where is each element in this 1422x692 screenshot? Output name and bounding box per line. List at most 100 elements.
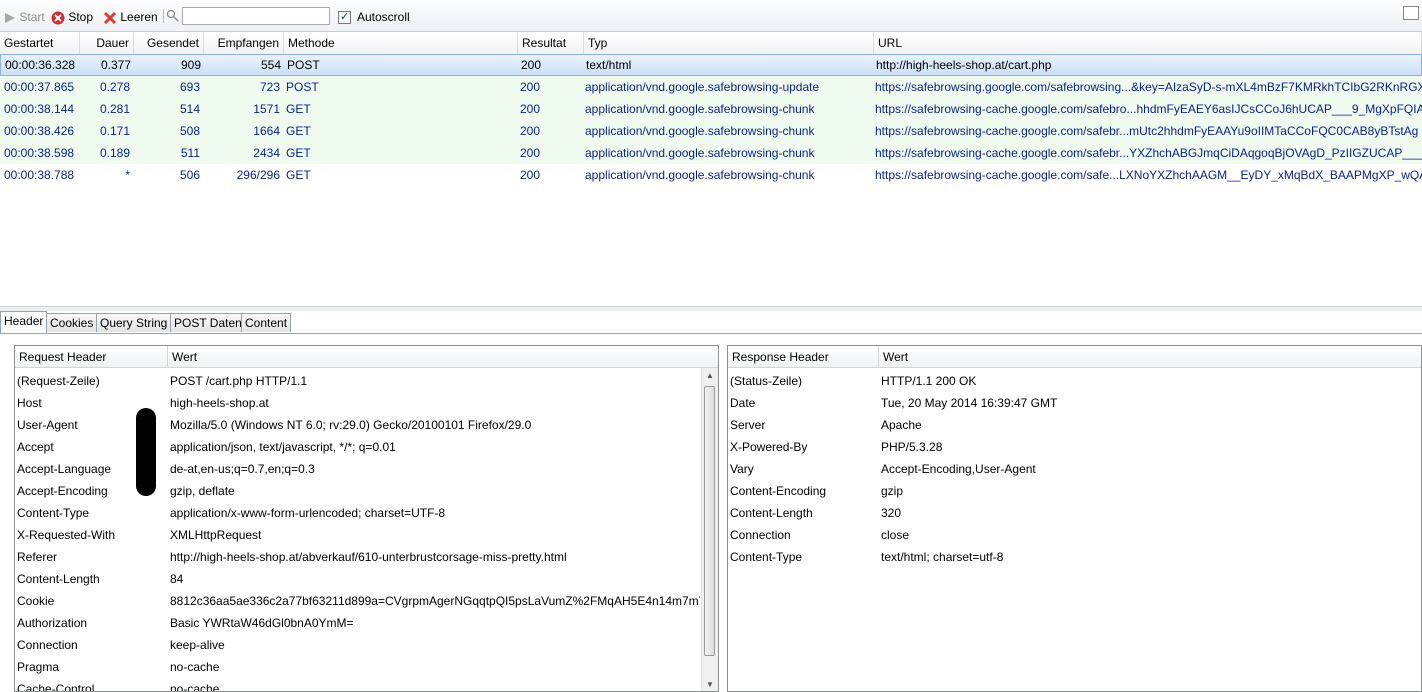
cell-url: http://high-heels-shop.at/cart.php (876, 58, 1052, 72)
autoscroll-checkbox[interactable]: Autoscroll (338, 9, 410, 25)
cell-url: https://safebrowsing-cache.google.com/sa… (875, 146, 1422, 160)
scrollbar-thumb[interactable] (704, 386, 715, 656)
header-row[interactable]: Connection close (728, 524, 1418, 546)
cell-started: 00:00:38.426 (4, 124, 75, 138)
request-header-value-column[interactable]: Wert (167, 346, 718, 368)
header-value: high-heels-shop.at (170, 396, 269, 410)
header-row[interactable]: Date Tue, 20 May 2014 16:39:47 GMT (728, 392, 1418, 414)
header-row[interactable]: (Request-Zeile) POST /cart.php HTTP/1.1 (15, 370, 703, 392)
cell-result: 200 (520, 102, 541, 116)
header-value: Apache (881, 418, 922, 432)
cell-started: 00:00:37.865 (4, 80, 75, 94)
restore-window-button[interactable] (1403, 6, 1419, 20)
col-type[interactable]: Typ (584, 32, 874, 54)
request-row[interactable]: 00:00:36.328 0.377 909 554 POST 200 text… (0, 54, 1422, 76)
play-icon (5, 12, 15, 23)
cell-type: text/html (586, 58, 632, 72)
header-value: PHP/5.3.28 (881, 440, 943, 454)
stop-button[interactable]: Stop (51, 9, 93, 25)
col-sent[interactable]: Gesendet (134, 32, 204, 54)
header-row[interactable]: Referer http://high-heels-shop.at/abverka… (15, 546, 703, 568)
request-header-key-column[interactable]: Request Header (15, 346, 167, 368)
cell-received: 554 (260, 58, 281, 72)
header-row[interactable]: Server Apache (728, 414, 1418, 436)
request-row[interactable]: 00:00:38.598 0.189 511 2434 GET 200 appl… (0, 142, 1422, 164)
toolbar: Start Stop Leeren Autoscroll (0, 0, 1422, 32)
cell-result: 200 (520, 80, 541, 94)
cell-started: 00:00:38.788 (4, 168, 75, 182)
col-result[interactable]: Resultat (518, 32, 584, 54)
search-input[interactable] (182, 7, 330, 25)
tab-cookies[interactable]: Cookies (46, 313, 98, 332)
tab-post-data[interactable]: POST Daten (170, 313, 246, 332)
header-row[interactable]: Cookie 8812c36aa5ae336c2a77bf63211d899a=C… (15, 590, 703, 612)
scroll-down-icon[interactable]: ▼ (706, 680, 714, 689)
header-key: Accept-Language (17, 462, 112, 476)
cell-result: 200 (520, 146, 541, 160)
header-row[interactable]: Authorization Basic YWRtaW46dGl0bnA0YmM= (15, 612, 703, 634)
header-key: Content-Type (17, 506, 90, 520)
header-row[interactable]: (Status-Zeile) HTTP/1.1 200 OK (728, 370, 1418, 392)
start-button[interactable]: Start (4, 9, 45, 25)
scroll-up-icon[interactable]: ▲ (706, 371, 714, 380)
header-row[interactable]: Cache-Control no-cache (15, 678, 703, 692)
header-row[interactable]: Content-Type application/x-www-form-urlen… (15, 502, 703, 524)
cell-url: https://safebrowsing-cache.google.com/sa… (875, 168, 1422, 182)
header-row[interactable]: Accept-Language de-at,en-us;q=0.7,en;q=0.… (15, 458, 703, 480)
request-grid: 00:00:36.328 0.377 909 554 POST 200 text… (0, 54, 1422, 306)
response-header-value-column[interactable]: Wert (878, 346, 1421, 368)
header-value: no-cache (170, 660, 220, 674)
autoscroll-label: Autoscroll (357, 10, 410, 24)
request-row[interactable]: 00:00:37.865 0.278 693 723 POST 200 appl… (0, 76, 1422, 98)
header-row[interactable]: User-Agent Mozilla/5.0 (Windows NT 6.0; r… (15, 414, 703, 436)
header-row[interactable]: Pragma no-cache (15, 656, 703, 678)
header-row[interactable]: Accept application/json, text/javascript,… (15, 436, 703, 458)
clear-button[interactable]: Leeren (103, 9, 158, 25)
header-row[interactable]: Vary Accept-Encoding,User-Agent (728, 458, 1418, 480)
header-key: User-Agent (17, 418, 78, 432)
header-row[interactable]: X-Requested-With XMLHttpRequest (15, 524, 703, 546)
header-key: (Status-Zeile) (730, 374, 803, 388)
header-key: Content-Length (17, 572, 100, 586)
header-row[interactable]: Connection keep-alive (15, 634, 703, 656)
vertical-scrollbar[interactable]: ▲ ▼ (701, 368, 718, 691)
header-row[interactable]: Content-Type text/html; charset=utf-8 (728, 546, 1418, 568)
col-started[interactable]: Gestartet (0, 32, 80, 54)
header-value: gzip, deflate (170, 484, 235, 498)
header-row[interactable]: Accept-Encoding gzip, deflate (15, 480, 703, 502)
col-url[interactable]: URL (874, 32, 1422, 54)
col-duration[interactable]: Dauer (80, 32, 134, 54)
header-value: 8812c36aa5ae336c2a77bf63211d899a=CVgrpmA… (170, 594, 700, 608)
cell-started: 00:00:38.144 (4, 102, 75, 116)
cell-method: GET (286, 146, 311, 160)
cell-type: application/vnd.google.safebrowsing-chun… (585, 168, 815, 182)
header-row[interactable]: Content-Length 320 (728, 502, 1418, 524)
header-row[interactable]: Host high-heels-shop.at (15, 392, 703, 414)
header-value: Accept-Encoding,User-Agent (881, 462, 1036, 476)
request-row[interactable]: 00:00:38.426 0.171 508 1664 GET 200 appl… (0, 120, 1422, 142)
response-header-panel: Response Header Wert (Status-Zeile) HTTP/… (727, 345, 1422, 692)
cell-sent: 506 (179, 168, 200, 182)
header-row[interactable]: Content-Encoding gzip (728, 480, 1418, 502)
tab-query-string[interactable]: Query String (96, 313, 172, 332)
cell-duration: 0.171 (99, 124, 130, 138)
header-key: Cache-Control (17, 682, 95, 692)
cell-method: POST (287, 58, 320, 72)
header-value: Basic YWRtaW46dGl0bnA0YmM= (170, 616, 354, 630)
header-row[interactable]: X-Powered-By PHP/5.3.28 (728, 436, 1418, 458)
request-row[interactable]: 00:00:38.144 0.281 514 1571 GET 200 appl… (0, 98, 1422, 120)
tab-content[interactable]: Content (241, 313, 292, 332)
request-row[interactable]: 00:00:38.788 * 506 296/296 GET 200 appli… (0, 164, 1422, 186)
header-row[interactable]: Content-Length 84 (15, 568, 703, 590)
col-method[interactable]: Methode (284, 32, 518, 54)
stop-icon (51, 11, 65, 25)
response-header-key-column[interactable]: Response Header (728, 346, 878, 368)
header-value: Mozilla/5.0 (Windows NT 6.0; rv:29.0) Ge… (170, 418, 532, 432)
tab-header[interactable]: Header (0, 311, 48, 333)
cell-sent: 508 (179, 124, 200, 138)
col-received[interactable]: Empfangen (204, 32, 284, 54)
header-value: POST /cart.php HTTP/1.1 (170, 374, 308, 388)
cell-result: 200 (520, 124, 541, 138)
header-value: http://high-heels-shop.at/abverkauf/610-… (170, 550, 567, 564)
cell-type: application/vnd.google.safebrowsing-chun… (585, 146, 815, 160)
